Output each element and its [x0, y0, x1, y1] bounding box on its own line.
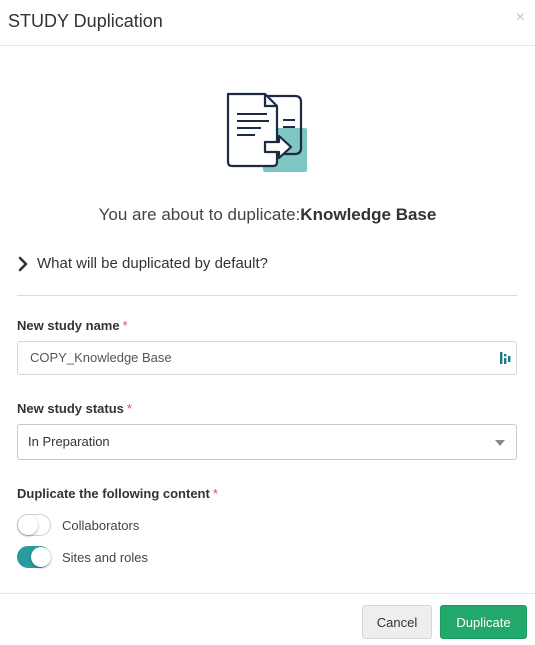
sites-and-roles-toggle[interactable] — [17, 546, 51, 568]
toggle-row-sites-and-roles: Sites and roles — [17, 545, 148, 569]
content-label: Duplicate the following content * — [17, 486, 218, 501]
study-status-value: In Preparation — [28, 434, 110, 449]
content-label-text: Duplicate the following content — [17, 486, 210, 501]
required-marker: * — [122, 318, 128, 333]
study-status-label: New study status * — [17, 401, 132, 416]
sites-and-roles-label: Sites and roles — [62, 549, 148, 565]
collaborators-label: Collaborators — [62, 517, 140, 533]
study-status-select[interactable]: In Preparation — [17, 424, 517, 460]
study-status-label-text: New study status — [17, 401, 124, 416]
chevron-right-icon — [18, 256, 28, 271]
collaborators-toggle[interactable] — [17, 514, 51, 536]
study-name-field — [17, 341, 517, 375]
study-name: Knowledge Base — [300, 205, 437, 224]
cancel-button[interactable]: Cancel — [362, 605, 432, 639]
study-name-label: New study name * — [17, 318, 128, 333]
close-icon[interactable]: × — [516, 10, 525, 26]
duplicate-documents-icon — [226, 92, 307, 172]
toggle-knob — [31, 547, 51, 567]
expander-label: What will be duplicated by default? — [37, 255, 268, 272]
toggle-row-collaborators: Collaborators — [17, 513, 139, 537]
dialog-title: STUDY Duplication — [8, 11, 163, 31]
divider — [17, 295, 517, 296]
study-name-input[interactable] — [30, 350, 490, 365]
study-name-label-text: New study name — [17, 318, 120, 333]
duplicate-summary: You are about to duplicate:Knowledge Bas… — [0, 205, 535, 225]
duplicate-prefix: You are about to duplicate: — [98, 205, 301, 224]
duplicate-button[interactable]: Duplicate — [440, 605, 527, 639]
dialog-footer: Cancel Duplicate — [0, 593, 535, 645]
toggle-knob — [18, 515, 38, 535]
required-marker: * — [212, 486, 218, 501]
caret-down-icon — [495, 440, 505, 446]
study-duplication-dialog: STUDY Duplication × You are about to dup… — [0, 0, 535, 645]
dialog-header: STUDY Duplication × — [0, 0, 535, 46]
required-marker: * — [126, 401, 132, 416]
defaults-expander[interactable]: What will be duplicated by default? — [17, 255, 268, 272]
password-manager-icon[interactable] — [499, 351, 511, 365]
